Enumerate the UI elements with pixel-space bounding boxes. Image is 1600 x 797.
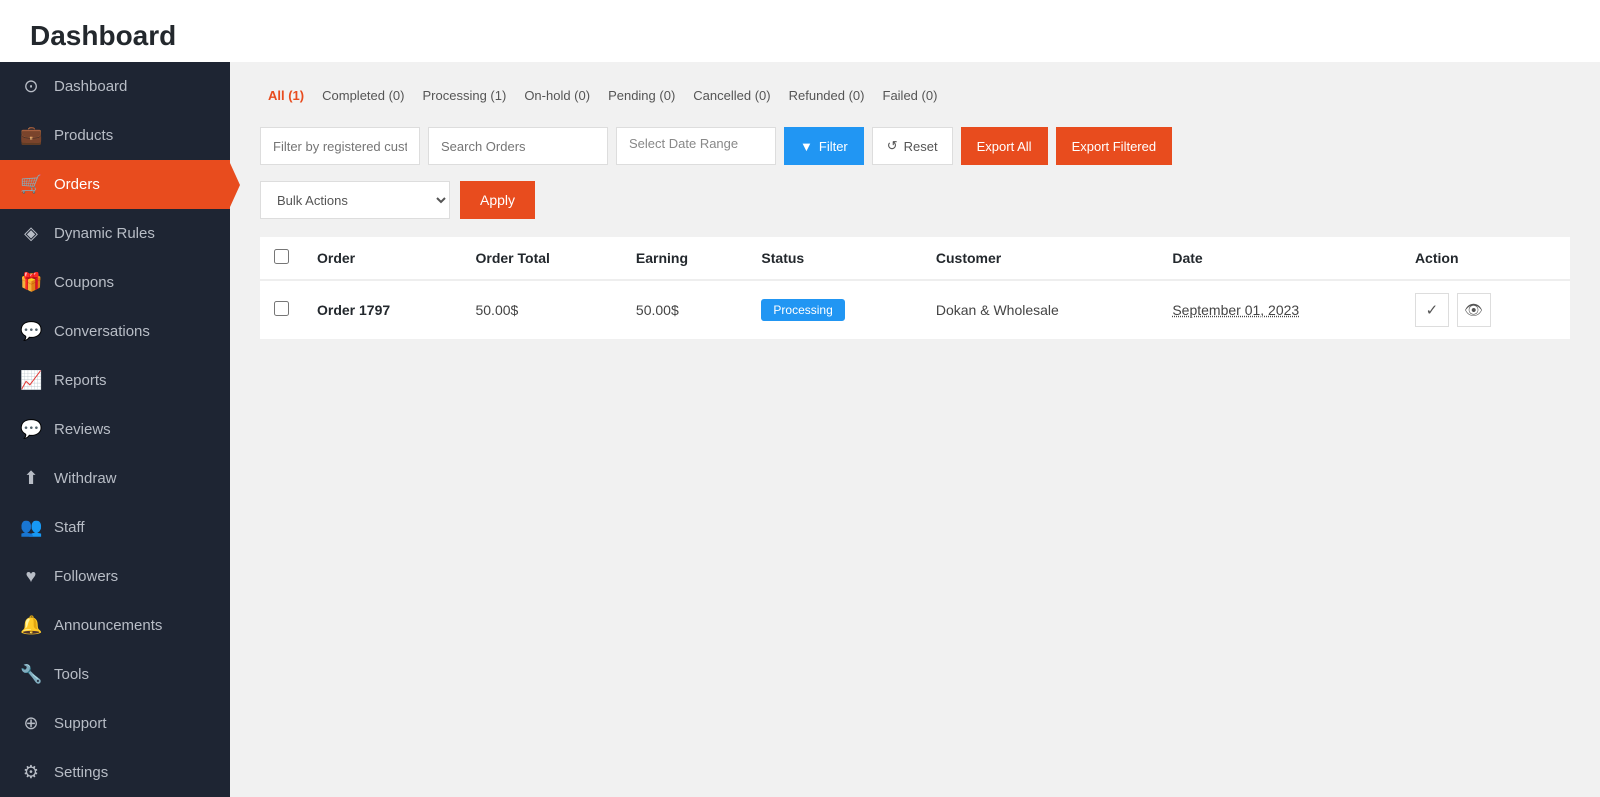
table-header: Order Order Total Earning Status Custome… xyxy=(260,237,1570,280)
tab-processing[interactable]: Processing (1) xyxy=(415,82,515,109)
col-order-total: Order Total xyxy=(461,237,621,280)
sidebar-item-orders[interactable]: 🛒 Orders xyxy=(0,160,230,209)
sidebar-item-support[interactable]: ⊕ Support xyxy=(0,699,230,748)
sidebar-item-dashboard[interactable]: ⊙ Dashboard xyxy=(0,62,230,111)
sidebar-item-staff[interactable]: 👥 Staff xyxy=(0,503,230,552)
col-customer: Customer xyxy=(922,237,1158,280)
sidebar-item-coupons[interactable]: 🎁 Coupons xyxy=(0,258,230,307)
filter-bar: Select Date Range ▼ Filter ↺ Reset Expor… xyxy=(260,127,1570,165)
col-order: Order xyxy=(303,237,461,280)
export-all-button[interactable]: Export All xyxy=(961,127,1048,165)
table-row: Order 1797 50.00$ 50.00$ Processing Doka… xyxy=(260,280,1570,340)
tab-on-hold[interactable]: On-hold (0) xyxy=(516,82,598,109)
sidebar-item-followers[interactable]: ♥ Followers xyxy=(0,552,230,601)
sidebar-item-label: Tools xyxy=(54,666,89,683)
earning: 50.00$ xyxy=(622,280,748,340)
sidebar-item-label: Coupons xyxy=(54,274,114,291)
select-all-checkbox[interactable] xyxy=(274,249,289,264)
sidebar-item-products[interactable]: 💼 Products xyxy=(0,111,230,160)
products-icon: 💼 xyxy=(20,125,42,146)
tools-icon: 🔧 xyxy=(20,664,42,685)
sidebar-item-label: Reviews xyxy=(54,421,111,438)
tab-completed[interactable]: Completed (0) xyxy=(314,82,412,109)
sidebar-item-label: Announcements xyxy=(54,617,162,634)
filter-button[interactable]: ▼ Filter xyxy=(784,127,864,165)
tab-all[interactable]: All (1) xyxy=(260,82,312,109)
row-checkbox[interactable] xyxy=(274,301,289,316)
filter-label: Filter xyxy=(819,139,848,154)
bulk-actions-bar: Bulk Actions Apply xyxy=(260,181,1570,219)
order-total: 50.00$ xyxy=(461,280,621,340)
sidebar-item-label: Conversations xyxy=(54,323,150,340)
sidebar-item-tools[interactable]: 🔧 Tools xyxy=(0,650,230,699)
sidebar-item-withdraw[interactable]: ⬆ Withdraw xyxy=(0,454,230,503)
search-orders-input[interactable] xyxy=(428,127,608,165)
date-range-select[interactable]: Select Date Range xyxy=(616,127,776,165)
page-title: Dashboard xyxy=(30,20,1570,52)
reset-label: Reset xyxy=(904,139,938,154)
reset-button[interactable]: ↺ Reset xyxy=(872,127,953,165)
orders-table: Order Order Total Earning Status Custome… xyxy=(260,237,1570,340)
announcements-icon: 🔔 xyxy=(20,615,42,636)
col-status: Status xyxy=(747,237,921,280)
withdraw-icon: ⬆ xyxy=(20,468,42,489)
table-body: Order 1797 50.00$ 50.00$ Processing Doka… xyxy=(260,280,1570,340)
conversations-icon: 💬 xyxy=(20,321,42,342)
sidebar-item-conversations[interactable]: 💬 Conversations xyxy=(0,307,230,356)
col-earning: Earning xyxy=(622,237,748,280)
customer: Dokan & Wholesale xyxy=(922,280,1158,340)
staff-icon: 👥 xyxy=(20,517,42,538)
tab-cancelled[interactable]: Cancelled (0) xyxy=(685,82,778,109)
sidebar-item-label: Reports xyxy=(54,372,107,389)
col-date: Date xyxy=(1158,237,1401,280)
view-action-button[interactable]: 👁 xyxy=(1457,293,1491,327)
coupons-icon: 🎁 xyxy=(20,272,42,293)
bulk-actions-select[interactable]: Bulk Actions xyxy=(260,181,450,219)
sidebar-item-label: Dashboard xyxy=(54,78,127,95)
apply-button[interactable]: Apply xyxy=(460,181,535,219)
sidebar-item-label: Withdraw xyxy=(54,470,117,487)
sidebar-item-label: Support xyxy=(54,715,107,732)
sidebar-item-label: Settings xyxy=(54,764,108,781)
sidebar-item-label: Products xyxy=(54,127,113,144)
tab-pending[interactable]: Pending (0) xyxy=(600,82,683,109)
filter-tabs: All (1)Completed (0)Processing (1)On-hol… xyxy=(260,82,1570,109)
sidebar-item-dynamic-rules[interactable]: ◈ Dynamic Rules xyxy=(0,209,230,258)
settings-icon: ⚙ xyxy=(20,762,42,783)
order-link[interactable]: Order 1797 xyxy=(317,302,390,318)
filter-icon: ▼ xyxy=(800,139,813,154)
reports-icon: 📈 xyxy=(20,370,42,391)
dashboard-icon: ⊙ xyxy=(20,76,42,97)
status-badge: Processing xyxy=(761,299,844,321)
sidebar-item-label: Orders xyxy=(54,176,100,193)
dynamic-rules-icon: ◈ xyxy=(20,223,42,244)
sidebar-item-label: Staff xyxy=(54,519,85,536)
sidebar-item-announcements[interactable]: 🔔 Announcements xyxy=(0,601,230,650)
complete-action-button[interactable]: ✓ xyxy=(1415,293,1449,327)
customer-filter-input[interactable] xyxy=(260,127,420,165)
orders-icon: 🛒 xyxy=(20,174,42,195)
tab-refunded[interactable]: Refunded (0) xyxy=(781,82,873,109)
sidebar-item-label: Dynamic Rules xyxy=(54,225,155,242)
main-content: All (1)Completed (0)Processing (1)On-hol… xyxy=(230,62,1600,797)
reviews-icon: 💬 xyxy=(20,419,42,440)
export-filtered-button[interactable]: Export Filtered xyxy=(1056,127,1173,165)
tab-failed[interactable]: Failed (0) xyxy=(875,82,946,109)
sidebar: ⊙ Dashboard 💼 Products 🛒 Orders ◈ Dynamic Rules… xyxy=(0,62,230,797)
sidebar-item-settings[interactable]: ⚙ Settings xyxy=(0,748,230,797)
sidebar-item-label: Followers xyxy=(54,568,118,585)
support-icon: ⊕ xyxy=(20,713,42,734)
reset-icon: ↺ xyxy=(887,138,898,154)
sidebar-item-reports[interactable]: 📈 Reports xyxy=(0,356,230,405)
col-action: Action xyxy=(1401,237,1570,280)
sidebar-item-reviews[interactable]: 💬 Reviews xyxy=(0,405,230,454)
order-date: September 01, 2023 xyxy=(1172,302,1299,318)
followers-icon: ♥ xyxy=(20,566,42,587)
